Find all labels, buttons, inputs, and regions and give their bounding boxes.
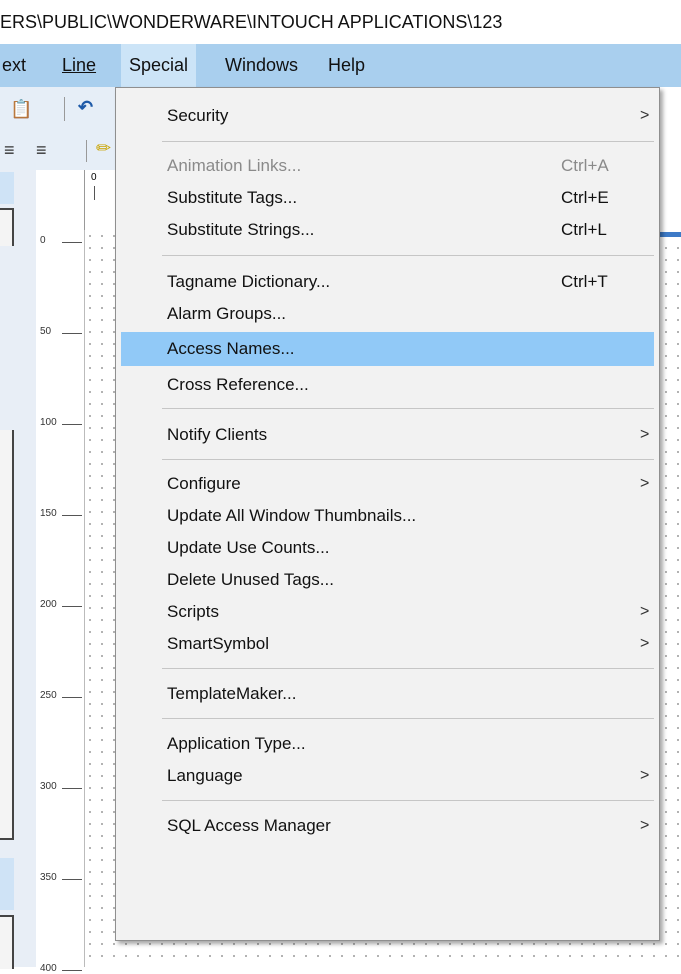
- submenu-arrow-icon: >: [640, 475, 650, 492]
- ruler-tick-label: 250: [40, 690, 82, 701]
- submenu-arrow-icon: >: [640, 426, 650, 443]
- menu-item-access-names[interactable]: Access Names...: [121, 332, 654, 366]
- menu-item-label: Substitute Strings...: [167, 220, 315, 239]
- menu-item-sql-access-manager[interactable]: SQL Access Manager >: [121, 810, 654, 842]
- menu-text[interactable]: ext: [2, 44, 26, 87]
- toolbar-top: 📋 ↶: [0, 87, 120, 132]
- menu-item-label: TemplateMaker...: [167, 684, 297, 703]
- align-center-icon[interactable]: ≡: [4, 140, 15, 161]
- menu-item-application-type[interactable]: Application Type...: [121, 728, 654, 760]
- undo-icon[interactable]: ↶: [78, 97, 93, 118]
- menu-item-substitute-strings[interactable]: Substitute Strings... Ctrl+L: [121, 214, 654, 246]
- menu-bar: ext Line Special Windows Help: [0, 44, 681, 87]
- menu-item-label: Notify Clients: [167, 425, 268, 444]
- toolbar-separator: [64, 97, 65, 121]
- paste-icon[interactable]: 📋: [10, 99, 32, 120]
- menu-item-alarm-groups[interactable]: Alarm Groups...: [121, 298, 654, 330]
- menu-item-label: SmartSymbol: [167, 634, 270, 653]
- menu-separator: [162, 459, 654, 460]
- ruler-tick-label: 150: [40, 508, 82, 519]
- menu-separator: [162, 141, 654, 142]
- menu-item-label: Language: [167, 766, 243, 785]
- menu-item-label: SQL Access Manager: [167, 816, 331, 835]
- ruler-tick-label: 50: [40, 326, 83, 337]
- menu-item-label: Security: [167, 106, 229, 125]
- menu-item-substitute-tags[interactable]: Substitute Tags... Ctrl+E: [121, 182, 654, 214]
- toolbar-format: ≡ ≡ ✏: [0, 132, 120, 170]
- menu-item-delete-unused-tags[interactable]: Delete Unused Tags...: [121, 564, 654, 596]
- panel-frame: [0, 430, 14, 840]
- submenu-arrow-icon: >: [640, 767, 650, 784]
- menu-item-shortcut: Ctrl+E: [561, 188, 609, 207]
- menu-item-tagname-dictionary[interactable]: Tagname Dictionary... Ctrl+T: [121, 266, 654, 298]
- ruler-tick-label: 350: [40, 872, 82, 883]
- align-right-icon[interactable]: ≡: [36, 140, 47, 161]
- ruler-tick-label: 300: [40, 781, 82, 792]
- ruler-tick-label: 0: [40, 235, 79, 246]
- panel-tab[interactable]: [0, 858, 14, 910]
- menu-windows[interactable]: Windows: [225, 44, 298, 87]
- menu-item-smartsymbol[interactable]: SmartSymbol >: [121, 628, 654, 660]
- menu-item-cross-reference[interactable]: Cross Reference...: [121, 369, 654, 401]
- menu-line[interactable]: Line: [62, 44, 96, 87]
- menu-separator: [162, 408, 654, 409]
- ruler-zero-label: 0: [91, 172, 97, 183]
- ruler-tick-label: 200: [40, 599, 82, 610]
- submenu-arrow-icon: >: [640, 603, 650, 620]
- menu-item-label: Application Type...: [167, 734, 306, 753]
- menu-item-label: Animation Links...: [167, 156, 302, 175]
- menu-item-configure[interactable]: Configure >: [121, 468, 654, 500]
- menu-item-label: Update All Window Thumbnails...: [167, 506, 417, 525]
- menu-line-label: Line: [62, 55, 97, 75]
- menu-item-notify-clients[interactable]: Notify Clients >: [121, 419, 654, 451]
- special-menu: Security > Animation Links... Ctrl+A Sub…: [115, 87, 660, 941]
- menu-item-templatemaker[interactable]: TemplateMaker...: [121, 678, 654, 710]
- menu-separator: [162, 668, 654, 669]
- menu-item-shortcut: Ctrl+T: [561, 272, 608, 291]
- menu-item-label: Alarm Groups...: [167, 304, 287, 323]
- menu-item-label: Cross Reference...: [167, 375, 309, 394]
- window-title: ERS\PUBLIC\WONDERWARE\INTOUCH APPLICATIO…: [0, 0, 681, 44]
- menu-windows-label: Windows: [225, 55, 299, 75]
- toolbar-separator: [86, 140, 87, 162]
- menu-help[interactable]: Help: [328, 44, 365, 87]
- left-panel: [0, 170, 36, 969]
- menu-item-update-thumbnails[interactable]: Update All Window Thumbnails...: [121, 500, 654, 532]
- menu-special[interactable]: Special: [121, 44, 197, 87]
- line-color-icon[interactable]: ✏: [96, 138, 111, 159]
- menu-separator: [162, 255, 654, 256]
- menu-item-shortcut: Ctrl+L: [561, 220, 607, 239]
- menu-item-label: Configure: [167, 474, 241, 493]
- menu-help-label: Help: [328, 55, 366, 75]
- menu-item-label: Scripts: [167, 602, 219, 621]
- menu-item-label: Substitute Tags...: [167, 188, 298, 207]
- menu-text-label: ext: [2, 55, 27, 75]
- submenu-arrow-icon: >: [640, 107, 650, 124]
- menu-item-label: Update Use Counts...: [167, 538, 330, 557]
- vertical-ruler: 0 50 100 150 200 250 300 350 400: [36, 230, 85, 974]
- ruler-tick-label: 100: [40, 417, 82, 428]
- menu-item-language[interactable]: Language >: [121, 760, 654, 792]
- submenu-arrow-icon: >: [640, 635, 650, 652]
- ruler-tick: [94, 186, 95, 200]
- panel-frame: [0, 915, 14, 969]
- menu-separator: [162, 800, 654, 801]
- menu-item-scripts[interactable]: Scripts >: [121, 596, 654, 628]
- panel-frame: [0, 208, 14, 246]
- menu-separator: [162, 718, 654, 719]
- menu-item-update-use-counts[interactable]: Update Use Counts...: [121, 532, 654, 564]
- menu-item-label: Access Names...: [167, 339, 295, 358]
- menu-item-animation-links[interactable]: Animation Links... Ctrl+A: [121, 150, 654, 182]
- menu-item-label: Tagname Dictionary...: [167, 272, 331, 291]
- menu-special-label: Special: [129, 55, 189, 75]
- menu-item-label: Delete Unused Tags...: [167, 570, 334, 589]
- submenu-arrow-icon: >: [640, 817, 650, 834]
- panel-tab[interactable]: [0, 172, 14, 204]
- ruler-tick-label: 400: [40, 963, 82, 974]
- menu-item-shortcut: Ctrl+A: [561, 156, 609, 175]
- menu-item-security[interactable]: Security >: [121, 100, 654, 132]
